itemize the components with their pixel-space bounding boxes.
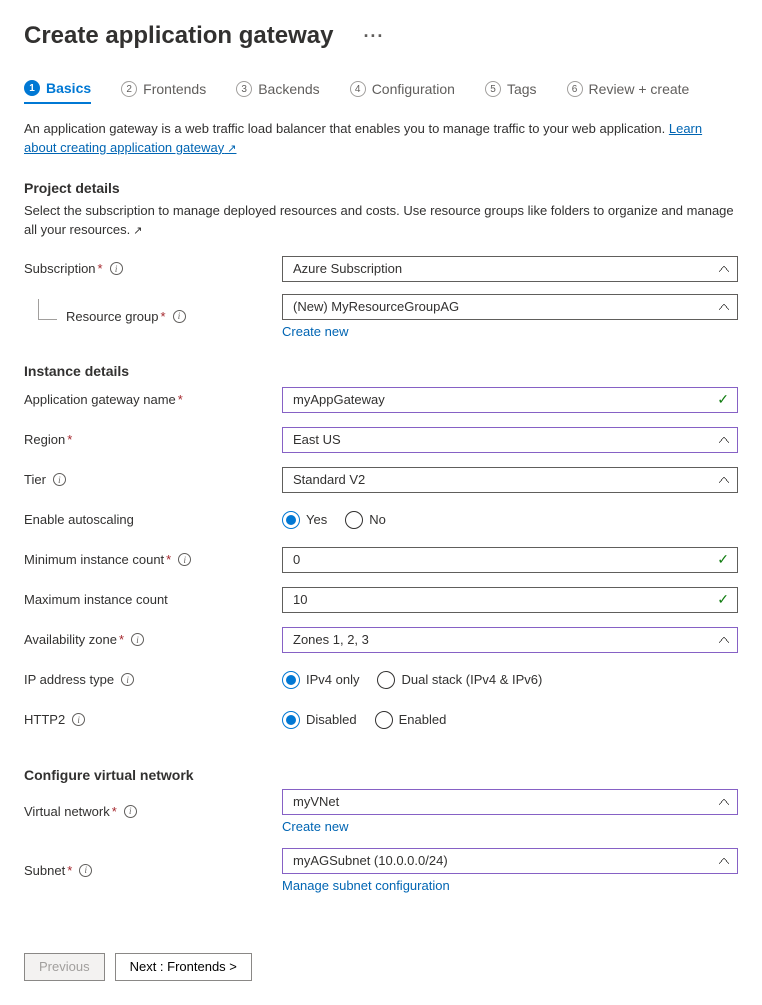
step-tags[interactable]: 5 Tags xyxy=(485,80,537,104)
radio-icon xyxy=(282,711,300,729)
manage-subnet-link[interactable]: Manage subnet configuration xyxy=(282,878,738,893)
step-backends[interactable]: 3 Backends xyxy=(236,80,319,104)
step-label: Frontends xyxy=(143,81,206,97)
radio-icon xyxy=(377,671,395,689)
gateway-name-label: Application gateway name* xyxy=(24,392,282,407)
chevron-down-icon xyxy=(719,266,729,272)
max-instance-label: Maximum instance count xyxy=(24,592,282,607)
step-label: Tags xyxy=(507,81,537,97)
availability-zone-select[interactable]: Zones 1, 2, 3 xyxy=(282,627,738,653)
radio-icon xyxy=(345,511,363,529)
availability-zone-value: Zones 1, 2, 3 xyxy=(293,632,369,647)
chevron-down-icon xyxy=(719,437,729,443)
chevron-down-icon xyxy=(719,799,729,805)
step-label: Review + create xyxy=(589,81,690,97)
chevron-down-icon xyxy=(719,477,729,483)
resource-group-select[interactable]: (New) MyResourceGroupAG xyxy=(282,294,738,320)
subnet-select[interactable]: myAGSubnet (10.0.0.0/24) xyxy=(282,848,738,874)
max-instance-value: 10 xyxy=(293,592,307,607)
step-number-icon: 4 xyxy=(350,81,366,97)
info-icon[interactable]: i xyxy=(173,310,186,323)
chevron-down-icon xyxy=(719,637,729,643)
step-label: Configuration xyxy=(372,81,455,97)
step-basics[interactable]: 1 Basics xyxy=(24,80,91,104)
chevron-down-icon xyxy=(719,304,729,310)
radio-icon xyxy=(282,671,300,689)
next-button[interactable]: Next : Frontends > xyxy=(115,953,252,981)
gateway-name-input[interactable]: myAppGateway xyxy=(282,387,738,413)
vnet-label: Virtual network* i xyxy=(24,804,282,819)
step-frontends[interactable]: 2 Frontends xyxy=(121,80,206,104)
info-icon[interactable]: i xyxy=(72,713,85,726)
section-vnet: Configure virtual network xyxy=(24,767,738,783)
info-icon[interactable]: i xyxy=(131,633,144,646)
info-icon[interactable]: i xyxy=(124,805,137,818)
step-number-icon: 1 xyxy=(24,80,40,96)
radio-icon xyxy=(375,711,393,729)
vnet-value: myVNet xyxy=(293,794,339,809)
vnet-select[interactable]: myVNet xyxy=(282,789,738,815)
min-instance-input[interactable]: 0 xyxy=(282,547,738,573)
min-instance-value: 0 xyxy=(293,552,300,567)
subscription-value: Azure Subscription xyxy=(293,261,402,276)
tier-select[interactable]: Standard V2 xyxy=(282,467,738,493)
step-number-icon: 5 xyxy=(485,81,501,97)
subnet-value: myAGSubnet (10.0.0.0/24) xyxy=(293,853,448,868)
subscription-label: Subscription* i xyxy=(24,261,282,276)
http2-disabled-radio[interactable]: Disabled xyxy=(282,711,357,729)
chevron-down-icon xyxy=(719,858,729,864)
gateway-name-value: myAppGateway xyxy=(293,392,385,407)
region-label: Region* xyxy=(24,432,282,447)
external-icon[interactable] xyxy=(130,222,142,237)
step-label: Backends xyxy=(258,81,319,97)
subscription-select[interactable]: Azure Subscription xyxy=(282,256,738,282)
radio-icon xyxy=(282,511,300,529)
page-title: Create application gateway ··· xyxy=(24,22,738,50)
info-icon[interactable]: i xyxy=(178,553,191,566)
subnet-label: Subnet* i xyxy=(24,863,282,878)
availability-zone-label: Availability zone* i xyxy=(24,632,282,647)
previous-button: Previous xyxy=(24,953,105,981)
ip-type-label: IP address type i xyxy=(24,672,282,687)
section-project-details: Project details xyxy=(24,180,738,196)
step-number-icon: 3 xyxy=(236,81,252,97)
info-icon[interactable]: i xyxy=(53,473,66,486)
info-icon[interactable]: i xyxy=(121,673,134,686)
more-icon[interactable]: ··· xyxy=(363,26,384,47)
ip-dual-radio[interactable]: Dual stack (IPv4 & IPv6) xyxy=(377,671,542,689)
ip-v4-radio[interactable]: IPv4 only xyxy=(282,671,359,689)
step-number-icon: 2 xyxy=(121,81,137,97)
wizard-steps: 1 Basics 2 Frontends 3 Backends 4 Config… xyxy=(24,80,738,104)
intro-text: An application gateway is a web traffic … xyxy=(24,120,738,158)
resource-group-label: Resource group* i xyxy=(24,309,282,324)
region-value: East US xyxy=(293,432,341,447)
create-new-rg-link[interactable]: Create new xyxy=(282,324,738,339)
resource-group-value: (New) MyResourceGroupAG xyxy=(293,299,459,314)
info-icon[interactable]: i xyxy=(110,262,123,275)
project-desc: Select the subscription to manage deploy… xyxy=(24,202,738,240)
tier-label: Tier i xyxy=(24,472,282,487)
autoscale-no-radio[interactable]: No xyxy=(345,511,386,529)
http2-label: HTTP2 i xyxy=(24,712,282,727)
region-select[interactable]: East US xyxy=(282,427,738,453)
autoscale-label: Enable autoscaling xyxy=(24,512,282,527)
step-label: Basics xyxy=(46,80,91,96)
min-instance-label: Minimum instance count* i xyxy=(24,552,282,567)
step-configuration[interactable]: 4 Configuration xyxy=(350,80,455,104)
autoscale-yes-radio[interactable]: Yes xyxy=(282,511,327,529)
info-icon[interactable]: i xyxy=(79,864,92,877)
max-instance-input[interactable]: 10 xyxy=(282,587,738,613)
step-review[interactable]: 6 Review + create xyxy=(567,80,690,104)
section-instance-details: Instance details xyxy=(24,363,738,379)
tier-value: Standard V2 xyxy=(293,472,365,487)
http2-enabled-radio[interactable]: Enabled xyxy=(375,711,447,729)
step-number-icon: 6 xyxy=(567,81,583,97)
create-new-vnet-link[interactable]: Create new xyxy=(282,819,738,834)
